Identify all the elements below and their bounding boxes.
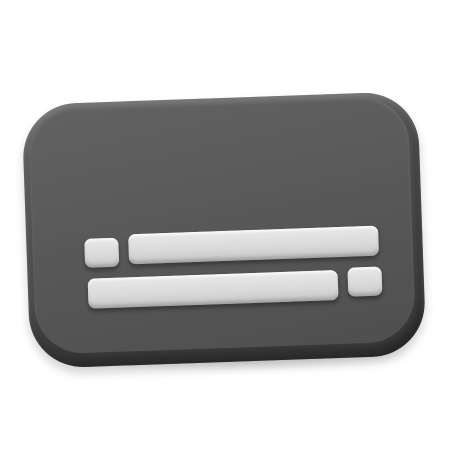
credit-card-icon <box>21 91 427 369</box>
icon-canvas <box>0 0 450 450</box>
card-short-bar-top <box>84 237 120 268</box>
card-short-bar-bottom <box>347 266 383 297</box>
card-face <box>27 95 417 355</box>
